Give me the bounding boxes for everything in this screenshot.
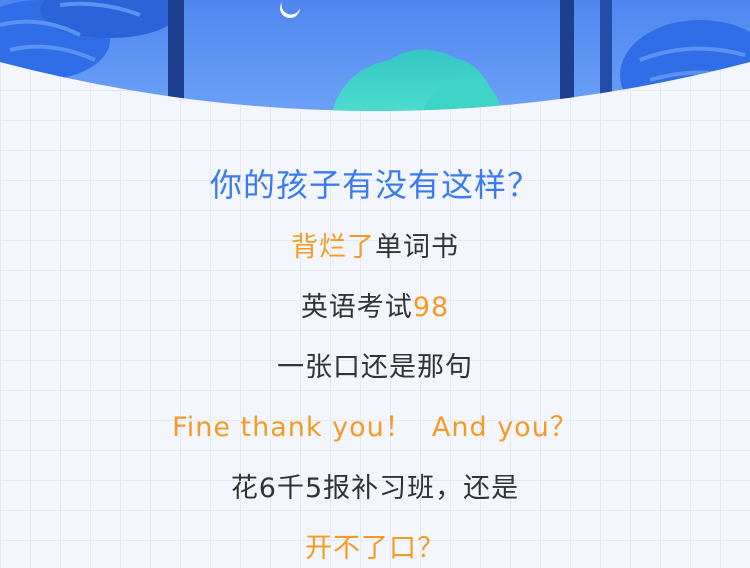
left-tree-trunk: [168, 0, 184, 111]
line-5: 花6千5报补习班，还是: [0, 466, 750, 505]
header-illustration: [0, 0, 750, 111]
line-2: 英语考试98: [0, 285, 750, 324]
line-4: Fine thank you！ And you？: [0, 405, 750, 444]
right-tree-trunk: [560, 0, 574, 111]
line-4-highlight: Fine thank you！ And you？: [172, 412, 578, 443]
line-2-highlight: 98: [412, 292, 450, 323]
line-1-text: 单词书: [375, 232, 459, 263]
line-2-text: 英语考试: [300, 292, 413, 323]
line-3: 一张口还是那句: [0, 345, 750, 384]
line-1-highlight: 背烂了: [291, 232, 375, 263]
line-3-text: 一张口还是那句: [277, 352, 473, 383]
headline: 你的孩子有没有这样？: [209, 166, 540, 204]
line-6: 开不了口？: [0, 526, 750, 565]
line-1: 背烂了单词书: [0, 225, 750, 264]
line-6-highlight: 开不了口？: [305, 533, 445, 564]
line-5-text: 花6千5报补习班，还是: [230, 473, 520, 504]
